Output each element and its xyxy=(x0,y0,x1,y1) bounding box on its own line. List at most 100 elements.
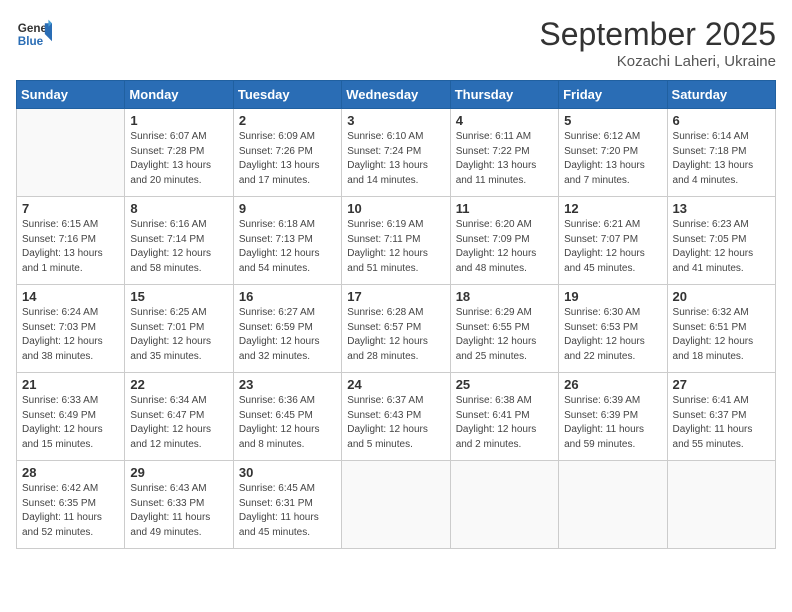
day-info: Sunrise: 6:45 AM Sunset: 6:31 PM Dayligh… xyxy=(239,482,336,540)
day-info: Sunrise: 6:32 AM Sunset: 6:51 PM Dayligh… xyxy=(673,306,770,364)
day-number: 19 xyxy=(564,289,661,304)
calendar-cell: 4 Sunrise: 6:11 AM Sunset: 7:22 PM Daylig… xyxy=(450,109,558,197)
day-info: Sunrise: 6:14 AM Sunset: 7:18 PM Dayligh… xyxy=(673,130,770,188)
day-info: Sunrise: 6:36 AM Sunset: 6:45 PM Dayligh… xyxy=(239,394,336,452)
day-info: Sunrise: 6:18 AM Sunset: 7:13 PM Dayligh… xyxy=(239,218,336,276)
calendar-cell: 19 Sunrise: 6:30 AM Sunset: 6:53 PM Dayli… xyxy=(559,285,667,373)
day-info: Sunrise: 6:34 AM Sunset: 6:47 PM Dayligh… xyxy=(130,394,227,452)
calendar-header-row: SundayMondayTuesdayWednesdayThursdayFrid… xyxy=(17,81,776,109)
day-number: 20 xyxy=(673,289,770,304)
calendar-cell: 11 Sunrise: 6:20 AM Sunset: 7:09 PM Dayli… xyxy=(450,197,558,285)
calendar-cell: 9 Sunrise: 6:18 AM Sunset: 7:13 PM Daylig… xyxy=(233,197,341,285)
day-number: 22 xyxy=(130,377,227,392)
day-number: 30 xyxy=(239,465,336,480)
day-number: 16 xyxy=(239,289,336,304)
day-number: 2 xyxy=(239,113,336,128)
day-info: Sunrise: 6:07 AM Sunset: 7:28 PM Dayligh… xyxy=(130,130,227,188)
day-number: 28 xyxy=(22,465,119,480)
page-header: General Blue September 2025 Kozachi Lahe… xyxy=(16,16,776,70)
day-info: Sunrise: 6:19 AM Sunset: 7:11 PM Dayligh… xyxy=(347,218,444,276)
calendar-table: SundayMondayTuesdayWednesdayThursdayFrid… xyxy=(16,80,776,549)
day-info: Sunrise: 6:33 AM Sunset: 6:49 PM Dayligh… xyxy=(22,394,119,452)
day-number: 24 xyxy=(347,377,444,392)
calendar-cell: 22 Sunrise: 6:34 AM Sunset: 6:47 PM Dayli… xyxy=(125,373,233,461)
day-info: Sunrise: 6:11 AM Sunset: 7:22 PM Dayligh… xyxy=(456,130,553,188)
calendar-cell: 2Sunrise: 6:09 AM Sunset: 7:26 PM Daylig… xyxy=(233,109,341,197)
day-info: Sunrise: 6:28 AM Sunset: 6:57 PM Dayligh… xyxy=(347,306,444,364)
calendar-cell: 26 Sunrise: 6:39 AM Sunset: 6:39 PM Dayli… xyxy=(559,373,667,461)
calendar-cell: 25 Sunrise: 6:38 AM Sunset: 6:41 PM Dayli… xyxy=(450,373,558,461)
calendar-cell: 13 Sunrise: 6:23 AM Sunset: 7:05 PM Dayli… xyxy=(667,197,775,285)
weekday-header: Friday xyxy=(559,81,667,109)
day-info: Sunrise: 6:27 AM Sunset: 6:59 PM Dayligh… xyxy=(239,306,336,364)
day-number: 11 xyxy=(456,201,553,216)
day-number: 7 xyxy=(22,201,119,216)
day-info: Sunrise: 6:29 AM Sunset: 6:55 PM Dayligh… xyxy=(456,306,553,364)
day-number: 25 xyxy=(456,377,553,392)
calendar-cell: 28 Sunrise: 6:42 AM Sunset: 6:35 PM Dayli… xyxy=(17,461,125,549)
calendar-cell: 15 Sunrise: 6:25 AM Sunset: 7:01 PM Dayli… xyxy=(125,285,233,373)
day-number: 5 xyxy=(564,113,661,128)
day-info: Sunrise: 6:30 AM Sunset: 6:53 PM Dayligh… xyxy=(564,306,661,364)
day-number: 14 xyxy=(22,289,119,304)
day-info: Sunrise: 6:16 AM Sunset: 7:14 PM Dayligh… xyxy=(130,218,227,276)
day-info: Sunrise: 6:42 AM Sunset: 6:35 PM Dayligh… xyxy=(22,482,119,540)
day-number: 17 xyxy=(347,289,444,304)
calendar-cell xyxy=(17,109,125,197)
day-number: 15 xyxy=(130,289,227,304)
day-info: Sunrise: 6:20 AM Sunset: 7:09 PM Dayligh… xyxy=(456,218,553,276)
day-info: Sunrise: 6:38 AM Sunset: 6:41 PM Dayligh… xyxy=(456,394,553,452)
calendar-cell: 16 Sunrise: 6:27 AM Sunset: 6:59 PM Dayli… xyxy=(233,285,341,373)
day-number: 4 xyxy=(456,113,553,128)
calendar-cell: 27 Sunrise: 6:41 AM Sunset: 6:37 PM Dayli… xyxy=(667,373,775,461)
calendar-cell xyxy=(342,461,450,549)
weekday-header: Tuesday xyxy=(233,81,341,109)
calendar-cell: 3Sunrise: 6:10 AM Sunset: 7:24 PM Daylig… xyxy=(342,109,450,197)
calendar-cell: 30 Sunrise: 6:45 AM Sunset: 6:31 PM Dayli… xyxy=(233,461,341,549)
day-info: Sunrise: 6:23 AM Sunset: 7:05 PM Dayligh… xyxy=(673,218,770,276)
calendar-cell: 6 Sunrise: 6:14 AM Sunset: 7:18 PM Daylig… xyxy=(667,109,775,197)
day-number: 23 xyxy=(239,377,336,392)
day-number: 12 xyxy=(564,201,661,216)
weekday-header: Monday xyxy=(125,81,233,109)
day-info: Sunrise: 6:15 AM Sunset: 7:16 PM Dayligh… xyxy=(22,218,119,276)
day-number: 13 xyxy=(673,201,770,216)
calendar-week-row: 7 Sunrise: 6:15 AM Sunset: 7:16 PM Daylig… xyxy=(17,197,776,285)
day-number: 29 xyxy=(130,465,227,480)
svg-text:Blue: Blue xyxy=(18,35,44,48)
weekday-header: Wednesday xyxy=(342,81,450,109)
weekday-header: Thursday xyxy=(450,81,558,109)
day-number: 3 xyxy=(347,113,444,128)
calendar-cell: 14 Sunrise: 6:24 AM Sunset: 7:03 PM Dayli… xyxy=(17,285,125,373)
day-info: Sunrise: 6:39 AM Sunset: 6:39 PM Dayligh… xyxy=(564,394,661,452)
calendar-cell xyxy=(667,461,775,549)
month-title: September 2025 xyxy=(539,16,776,53)
day-number: 1 xyxy=(130,113,227,128)
weekday-header: Sunday xyxy=(17,81,125,109)
day-info: Sunrise: 6:41 AM Sunset: 6:37 PM Dayligh… xyxy=(673,394,770,452)
day-number: 6 xyxy=(673,113,770,128)
day-info: Sunrise: 6:43 AM Sunset: 6:33 PM Dayligh… xyxy=(130,482,227,540)
day-number: 26 xyxy=(564,377,661,392)
day-info: Sunrise: 6:24 AM Sunset: 7:03 PM Dayligh… xyxy=(22,306,119,364)
calendar-cell: 7 Sunrise: 6:15 AM Sunset: 7:16 PM Daylig… xyxy=(17,197,125,285)
title-block: September 2025 Kozachi Laheri, Ukraine xyxy=(539,16,776,70)
calendar-cell: 8Sunrise: 6:16 AM Sunset: 7:14 PM Daylig… xyxy=(125,197,233,285)
calendar-cell: 29 Sunrise: 6:43 AM Sunset: 6:33 PM Dayli… xyxy=(125,461,233,549)
calendar-cell: 1 Sunrise: 6:07 AM Sunset: 7:28 PM Daylig… xyxy=(125,109,233,197)
calendar-cell: 10 Sunrise: 6:19 AM Sunset: 7:11 PM Dayli… xyxy=(342,197,450,285)
day-info: Sunrise: 6:37 AM Sunset: 6:43 PM Dayligh… xyxy=(347,394,444,452)
day-number: 27 xyxy=(673,377,770,392)
day-number: 9 xyxy=(239,201,336,216)
weekday-header: Saturday xyxy=(667,81,775,109)
calendar-cell: 21Sunrise: 6:33 AM Sunset: 6:49 PM Dayli… xyxy=(17,373,125,461)
day-info: Sunrise: 6:12 AM Sunset: 7:20 PM Dayligh… xyxy=(564,130,661,188)
day-number: 18 xyxy=(456,289,553,304)
location-title: Kozachi Laheri, Ukraine xyxy=(539,53,776,70)
calendar-cell: 18 Sunrise: 6:29 AM Sunset: 6:55 PM Dayli… xyxy=(450,285,558,373)
calendar-cell: 17 Sunrise: 6:28 AM Sunset: 6:57 PM Dayli… xyxy=(342,285,450,373)
day-number: 10 xyxy=(347,201,444,216)
logo: General Blue xyxy=(16,16,52,52)
calendar-cell: 5 Sunrise: 6:12 AM Sunset: 7:20 PM Daylig… xyxy=(559,109,667,197)
day-info: Sunrise: 6:25 AM Sunset: 7:01 PM Dayligh… xyxy=(130,306,227,364)
